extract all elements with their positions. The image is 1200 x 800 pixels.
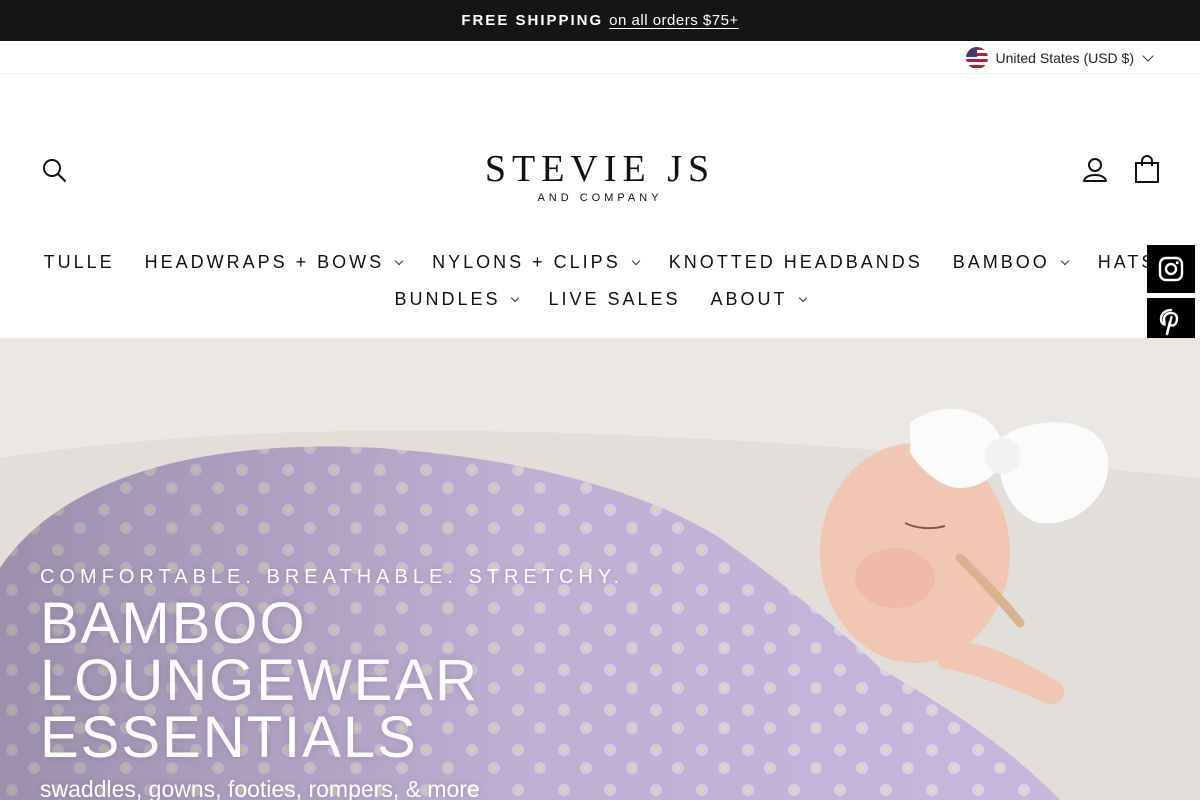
chevron-down-icon	[798, 293, 807, 302]
logo-main: STEVIE JS	[484, 148, 716, 190]
announcement-bar: FREE SHIPPING on all orders $75+	[0, 0, 1200, 41]
nav-item-bundles[interactable]: BUNDLES	[394, 289, 520, 310]
site-header: STEVIE JS AND COMPANY	[0, 74, 1200, 244]
search-icon	[43, 159, 67, 183]
announcement-strong: FREE SHIPPING	[461, 12, 604, 29]
account-button[interactable]	[1082, 156, 1108, 184]
nav-item-label: LIVE SALES	[548, 289, 681, 309]
nav-row-1: TULLE HEADWRAPS + BOWS NYLONS + CLIPS KN…	[0, 252, 1200, 273]
nav-item-headwraps-bows[interactable]: HEADWRAPS + BOWS	[144, 252, 404, 273]
currency-label: United States (USD $)	[995, 50, 1135, 66]
currency-selector[interactable]: United States (USD $)	[965, 46, 1154, 70]
nav-item-label: HEADWRAPS + BOWS	[144, 252, 385, 272]
nav-item-label: TULLE	[43, 252, 115, 272]
nav-item-label: BUNDLES	[394, 289, 501, 309]
pinterest-icon	[1159, 308, 1179, 336]
nav-row-2: BUNDLES LIVE SALES ABOUT	[0, 289, 1200, 310]
nav-item-label: NYLONS + CLIPS	[432, 252, 621, 272]
hero-title: BAMBOO LOUNGEWEAR ESSENTIALS	[40, 591, 479, 770]
instagram-button[interactable]	[1147, 245, 1195, 293]
main-navigation: TULLE HEADWRAPS + BOWS NYLONS + CLIPS KN…	[0, 244, 1200, 338]
cart-button[interactable]	[1134, 154, 1160, 183]
nav-item-about[interactable]: ABOUT	[710, 289, 807, 310]
chevron-down-icon	[631, 256, 640, 265]
logo-sub: AND COMPANY	[537, 192, 663, 204]
nav-item-label: BAMBOO	[952, 252, 1050, 272]
user-icon	[1083, 158, 1107, 182]
chevron-down-icon	[394, 256, 404, 265]
hero-kicker: COMFORTABLE. BREATHABLE. STRETCHY.	[40, 566, 625, 588]
utility-bar: United States (USD $)	[0, 41, 1200, 74]
announcement-link[interactable]: on all orders $75+	[609, 12, 739, 29]
logo[interactable]: STEVIE JS AND COMPANY	[460, 148, 740, 208]
chevron-down-icon	[1142, 50, 1154, 62]
nav-item-bamboo[interactable]: BAMBOO	[952, 252, 1069, 273]
chevron-down-icon	[511, 293, 520, 302]
nav-item-knotted-headbands[interactable]: KNOTTED HEADBANDS	[669, 252, 923, 273]
shopping-bag-icon	[1135, 155, 1159, 183]
nav-item-live-sales[interactable]: LIVE SALES	[548, 289, 680, 310]
nav-item-tulle[interactable]: TULLE	[44, 252, 115, 273]
hero-text: COMFORTABLE. BREATHABLE. STRETCHY. BAMBO…	[40, 566, 624, 800]
hero-subtitle: swaddles, gowns, footies, rompers, & mor…	[40, 776, 480, 800]
instagram-icon	[1158, 256, 1184, 282]
chevron-down-icon	[1060, 256, 1069, 265]
hero-banner[interactable]: COMFORTABLE. BREATHABLE. STRETCHY. BAMBO…	[0, 338, 1200, 800]
us-flag-icon	[965, 47, 988, 69]
nav-item-nylons-clips[interactable]: NYLONS + CLIPS	[432, 252, 640, 273]
nav-item-label: ABOUT	[710, 289, 788, 309]
search-button[interactable]	[40, 156, 68, 184]
nav-item-label: KNOTTED HEADBANDS	[668, 252, 923, 272]
